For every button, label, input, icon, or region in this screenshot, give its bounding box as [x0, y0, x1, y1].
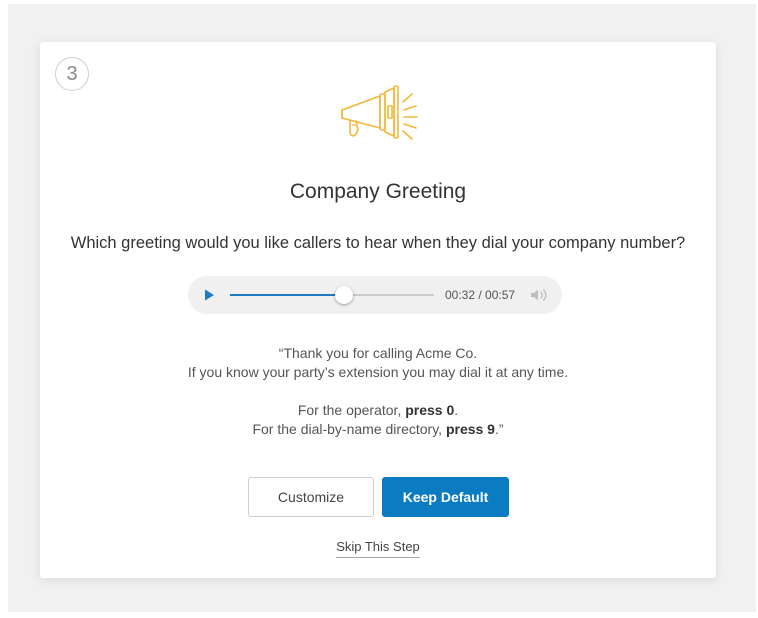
script-line-2: If you know your party’s extension you m… [187, 364, 569, 380]
script-line-4-text: For the dial-by-name directory, [252, 421, 446, 437]
greeting-title: Company Greeting [289, 180, 467, 203]
script-line-3: For the operator, press 0. [40, 401, 716, 420]
playback-time: 00:32 / 00:57 [445, 288, 516, 302]
play-icon[interactable] [202, 288, 216, 302]
progress-track[interactable] [230, 286, 434, 304]
script-line-4: For the dial-by-name directory, press 9.… [40, 420, 716, 439]
step-number-badge: 3 [55, 57, 89, 91]
greeting-card: 3 Company Greeting Which greeting would … [40, 42, 716, 578]
progress-fill [230, 294, 345, 296]
script-line-4-end: .” [494, 421, 504, 437]
script-line-3-key: press 0 [405, 402, 455, 418]
script-line-3-end: . [454, 402, 459, 418]
script-line-3-text: For the operator, [297, 402, 406, 418]
script-line-1: “Thank you for calling Acme Co. [278, 345, 478, 361]
keep-default-button[interactable]: Keep Default [382, 477, 509, 517]
greeting-question: Which greeting would you like callers to… [70, 234, 686, 252]
progress-thumb[interactable] [335, 286, 354, 304]
script-line-4-key: press 9 [445, 421, 495, 437]
audio-player: 00:32 / 00:57 [188, 276, 562, 314]
customize-button[interactable]: Customize [248, 477, 374, 517]
skip-step-row: Skip This Step [40, 538, 716, 558]
megaphone-icon [341, 85, 418, 140]
skip-step-link[interactable]: Skip This Step [336, 539, 420, 558]
volume-icon[interactable] [529, 287, 551, 303]
